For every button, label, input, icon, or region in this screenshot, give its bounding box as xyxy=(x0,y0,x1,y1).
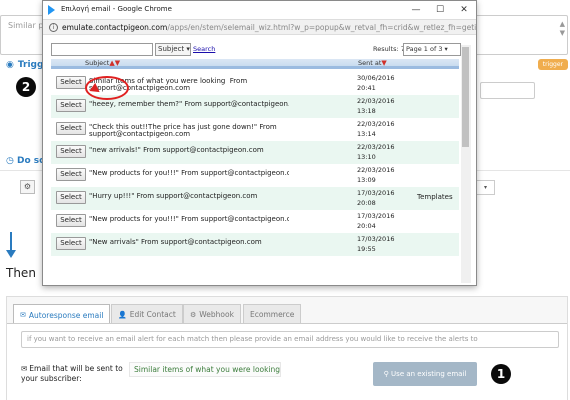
tab-ecommerce[interactable]: Ecommerce xyxy=(243,304,302,324)
column-sent-at[interactable]: Sent at▼ xyxy=(358,59,387,67)
row-sent-at: 17/03/2016 19:55 xyxy=(357,235,395,253)
search-icon: ⚲ xyxy=(383,370,389,378)
do-so-section-title: ◷ Do so xyxy=(6,156,46,166)
maximize-icon[interactable]: ☐ xyxy=(428,1,452,19)
then-label: Then xyxy=(6,266,36,280)
table-row: Select "Check this out!!The price has ju… xyxy=(51,118,459,141)
select-button[interactable]: Select xyxy=(56,122,86,135)
tab-edit-contact[interactable]: 👤 Edit Contact xyxy=(111,304,183,324)
row-sent-at: 22/03/2016 13:10 xyxy=(357,143,395,161)
envelope-icon: ✉ xyxy=(20,311,26,319)
row-sent-at: 22/03/2016 13:18 xyxy=(357,97,395,115)
select-button[interactable]: Select xyxy=(56,214,86,227)
selected-email-subject: Similar items of what you were looking xyxy=(129,362,281,377)
scrollbar-thumb[interactable] xyxy=(462,47,469,147)
row-sent-at: 17/03/2016 20:08 xyxy=(357,189,395,207)
row-subject: "new arrivals!" From support@contactpige… xyxy=(89,146,264,154)
use-existing-email-button[interactable]: ⚲ Use an existing email xyxy=(373,362,477,386)
user-icon: 👤 xyxy=(118,310,127,319)
search-link[interactable]: Search xyxy=(193,45,215,53)
table-row: Select "new arrivals!" From support@cont… xyxy=(51,141,459,164)
row-subject: "New arrivals" From support@contactpigeo… xyxy=(89,238,262,246)
tab-webhook[interactable]: ⚙ Webhook xyxy=(183,304,241,324)
column-subject[interactable]: Subject▲▼ xyxy=(85,59,120,67)
table-row: Select "New products for you!!!" From su… xyxy=(51,210,459,233)
search-toolbar: Subject ▾ Search Results: 71 Page 1 of 3… xyxy=(51,43,471,58)
gears-icon: ⚙ xyxy=(190,310,197,319)
select-button[interactable]: Select xyxy=(56,76,86,89)
eye-icon: ◉ xyxy=(6,60,14,70)
arrow-down-icon xyxy=(6,232,16,258)
background-input[interactable] xyxy=(480,82,535,99)
close-icon[interactable]: ✕ xyxy=(452,1,476,19)
tab-content: if you want to receive an email alert fo… xyxy=(7,323,567,400)
minimize-icon[interactable]: — xyxy=(404,1,428,19)
textarea-scroll-arrows-icon: ▲ ▼ xyxy=(559,20,565,37)
window-title: Επιλογή email - Google Chrome xyxy=(61,5,172,13)
tab-autoresponse-email[interactable]: ✉ Autoresponse email xyxy=(13,304,111,325)
row-subject: "New products for you!!!" From support@c… xyxy=(89,215,289,223)
select-email-popup-window: Επιλογή email - Google Chrome — ☐ ✕ i em… xyxy=(42,0,477,286)
window-controls: — ☐ ✕ xyxy=(404,1,476,19)
row-extra-text: Templates xyxy=(417,193,453,201)
sort-desc-icon: ▼ xyxy=(381,59,387,67)
select-button[interactable]: Select xyxy=(56,237,86,250)
grid-header: Subject▲▼ Sent at▼ xyxy=(51,59,459,69)
search-input[interactable] xyxy=(51,43,153,56)
row-subject: "Hurry up!!!" From support@contactpigeon… xyxy=(89,192,258,200)
row-from: support@contactpigeon.com xyxy=(89,130,191,138)
table-row: Select "New products for you!!!" From su… xyxy=(51,164,459,187)
email-to-subscriber-label: ✉ Email that will be sent to your subscri… xyxy=(21,364,123,383)
select-button[interactable]: Select xyxy=(56,99,86,112)
list-scrollbar[interactable] xyxy=(461,45,471,283)
trigger-section-title: ◉ Trigg xyxy=(6,60,44,70)
page-select[interactable]: Page 1 of 3 ▾ xyxy=(403,43,461,56)
action-panel: ✉ Autoresponse email 👤 Edit Contact ⚙ Webho… xyxy=(6,296,568,400)
alert-email-input[interactable]: if you want to receive an email alert fo… xyxy=(21,331,559,348)
search-field-select[interactable]: Subject ▾ xyxy=(155,43,191,56)
step-badge-1: 1 xyxy=(491,364,511,384)
trigger-badge: trigger xyxy=(537,59,568,70)
tab-bar: ✉ Autoresponse email 👤 Edit Contact ⚙ Webho… xyxy=(7,299,567,325)
row-sent-at: 22/03/2016 13:14 xyxy=(357,120,395,138)
row-subject: "New products for you!!!" From support@c… xyxy=(89,169,289,177)
select-button[interactable]: Select xyxy=(56,168,86,181)
info-icon[interactable]: i xyxy=(49,23,58,32)
window-titlebar: Επιλογή email - Google Chrome — ☐ ✕ xyxy=(43,1,476,19)
envelope-icon: ✉ xyxy=(21,364,28,373)
address-bar[interactable]: i emulate.contactpigeon.com/apps/en/stem… xyxy=(43,19,476,35)
step-badge-2: 2 xyxy=(16,77,36,97)
gears-button[interactable]: ⚙ xyxy=(20,180,35,194)
clock-icon: ◷ xyxy=(6,156,14,166)
table-row: Select "Hurry up!!!" From support@contac… xyxy=(51,187,459,210)
select-button[interactable]: Select xyxy=(56,191,86,204)
row-sent-at: 22/03/2016 13:09 xyxy=(357,166,395,184)
row-subject: "heeey, remember them?" From support@con… xyxy=(89,100,289,108)
table-row: Select "New arrivals" From support@conta… xyxy=(51,233,459,256)
row-sent-at: 17/03/2016 20:04 xyxy=(357,212,395,230)
row-sent-at: 30/06/2016 20:41 xyxy=(357,74,395,92)
sort-arrows-icon: ▲▼ xyxy=(109,59,121,67)
background-select-caret-icon[interactable]: ▾ xyxy=(476,180,495,195)
select-button[interactable]: Select xyxy=(56,145,86,158)
chrome-logo-icon xyxy=(48,5,55,15)
url-text: emulate.contactpigeon.com/apps/en/stem/s… xyxy=(62,23,477,32)
